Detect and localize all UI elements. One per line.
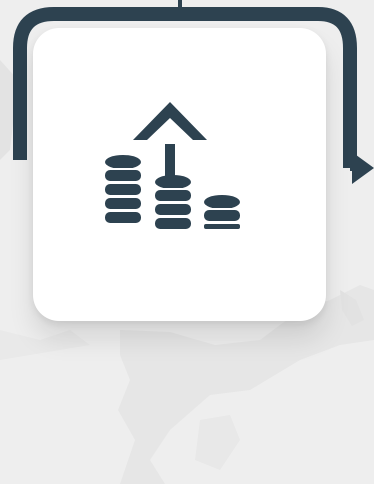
infographic-stage [0,0,374,484]
coin-stack-medium [155,175,191,229]
coin-stack-short [204,195,240,229]
coin-stack-tall [105,155,141,223]
coins-growth-icon [103,100,243,260]
icon-card [33,28,326,321]
arrow-right-icon [352,152,374,184]
